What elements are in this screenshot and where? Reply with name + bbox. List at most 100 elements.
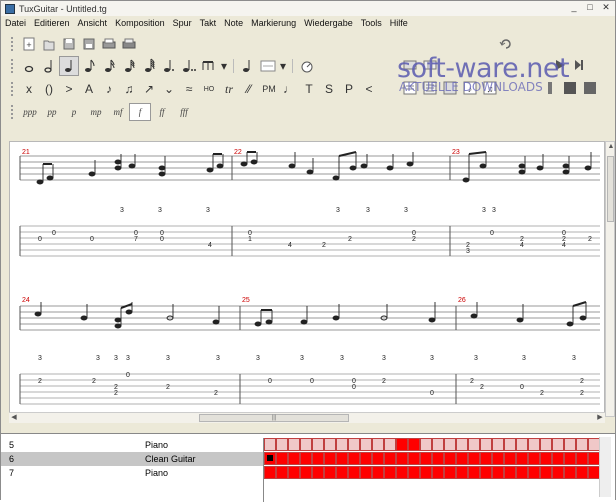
measure-cell[interactable] xyxy=(468,452,480,465)
measure-cell[interactable] xyxy=(492,438,504,451)
score-editor[interactable]: 21 22 23 3 3 3 3 3 3 3 3 0 0 0 0 7 0 0 4… xyxy=(9,141,605,417)
measure-cell[interactable] xyxy=(420,438,432,451)
toolbar-grip[interactable] xyxy=(11,59,14,73)
new-file-icon[interactable]: + xyxy=(19,34,39,54)
menu-takt[interactable]: Takt xyxy=(200,18,217,28)
measure-cell[interactable] xyxy=(360,452,372,465)
open-file-icon[interactable] xyxy=(39,34,59,54)
measure-cell[interactable] xyxy=(324,452,336,465)
toolbar-grip[interactable] xyxy=(11,105,14,119)
measure-cell[interactable] xyxy=(516,452,528,465)
measure-cell[interactable] xyxy=(384,466,396,479)
track-scrollbar[interactable] xyxy=(599,437,611,497)
eighth-note-icon[interactable] xyxy=(79,56,99,76)
measure-cell[interactable] xyxy=(300,466,312,479)
measure-cell[interactable] xyxy=(360,438,372,451)
scroll-up-arrow-icon[interactable]: ▲ xyxy=(606,142,616,152)
measure-cell[interactable] xyxy=(264,438,276,451)
track-row[interactable]: 5 Piano xyxy=(1,438,263,452)
measure-cell[interactable] xyxy=(576,466,588,479)
hammer-on-icon[interactable]: HO xyxy=(199,79,219,99)
tie-icon[interactable] xyxy=(238,56,258,76)
slapping-icon[interactable]: S xyxy=(319,79,339,99)
measure-cell[interactable] xyxy=(444,438,456,451)
note-view-icon[interactable]: ♪ xyxy=(461,78,479,98)
scroll-left-arrow-icon[interactable]: ◀ xyxy=(9,413,19,423)
measure-cell[interactable] xyxy=(348,466,360,479)
dynamic-mf-button[interactable]: mf xyxy=(107,107,129,117)
measure-cell[interactable] xyxy=(336,466,348,479)
harmonic-icon[interactable]: ♫ xyxy=(119,79,139,99)
measure-cell[interactable] xyxy=(480,452,492,465)
measure-cell[interactable] xyxy=(288,466,300,479)
sixteenth-note-icon[interactable] xyxy=(99,56,119,76)
menu-hilfe[interactable]: Hilfe xyxy=(390,18,408,28)
menu-tools[interactable]: Tools xyxy=(361,18,382,28)
measure-cell[interactable] xyxy=(564,452,576,465)
measure-cell[interactable] xyxy=(420,466,432,479)
dynamic-mp-button[interactable]: mp xyxy=(85,107,107,117)
measure-cell[interactable] xyxy=(432,438,444,451)
menu-note[interactable]: Note xyxy=(224,18,243,28)
measure-cell[interactable] xyxy=(336,438,348,451)
bend-icon[interactable]: ↗ xyxy=(139,79,159,99)
measure-cell[interactable] xyxy=(336,452,348,465)
ghost-note-icon[interactable]: () xyxy=(39,79,59,99)
measure-cell[interactable] xyxy=(492,452,504,465)
track-row[interactable]: 7 Piano xyxy=(1,466,263,480)
measure-cell[interactable] xyxy=(384,452,396,465)
settings-icon[interactable] xyxy=(561,78,579,98)
measure-cell[interactable] xyxy=(288,438,300,451)
measure-cell[interactable] xyxy=(288,452,300,465)
menu-markierung[interactable]: Markierung xyxy=(251,18,296,28)
print-icon[interactable] xyxy=(99,34,119,54)
scroll-thumb[interactable]: ||| xyxy=(199,414,349,422)
thirty-second-note-icon[interactable] xyxy=(119,56,139,76)
measure-cell[interactable] xyxy=(456,438,468,451)
menu-spur[interactable]: Spur xyxy=(173,18,192,28)
grace-note-icon[interactable]: ♪ xyxy=(99,79,119,99)
measure-cell[interactable] xyxy=(408,452,420,465)
menu-editieren[interactable]: Editieren xyxy=(34,18,70,28)
close-button[interactable]: ✕ xyxy=(599,2,613,14)
measure-cell[interactable] xyxy=(372,438,384,451)
maximize-button[interactable]: □ xyxy=(583,2,597,14)
metronome-icon[interactable] xyxy=(297,56,317,76)
tremolo-bar-icon[interactable]: ⌄ xyxy=(159,79,179,99)
measure-cell[interactable] xyxy=(528,466,540,479)
compact-view-icon[interactable] xyxy=(441,78,459,98)
measure-cell[interactable] xyxy=(408,466,420,479)
dynamic-pp-button[interactable]: pp xyxy=(41,107,63,117)
vibrato-icon[interactable]: ≈ xyxy=(179,79,199,99)
dynamic-fff-button[interactable]: fff xyxy=(173,107,195,117)
quarter-note-icon[interactable] xyxy=(59,56,79,76)
measure-cell[interactable] xyxy=(540,438,552,451)
measure-cell[interactable] xyxy=(456,466,468,479)
tuplet-dropdown-icon[interactable]: ▾ xyxy=(219,56,229,76)
dynamic-p-button[interactable]: p xyxy=(63,107,85,117)
minimize-button[interactable]: _ xyxy=(567,2,581,14)
save-icon[interactable] xyxy=(59,34,79,54)
measure-cell[interactable] xyxy=(276,466,288,479)
measure-grid[interactable] xyxy=(263,438,605,502)
tremolo-picking-icon[interactable]: ⁄⁄ xyxy=(239,79,259,99)
dynamic-ff-button[interactable]: ff xyxy=(151,107,173,117)
score-vertical-scrollbar[interactable]: ▲ xyxy=(605,141,615,417)
measure-cell[interactable] xyxy=(564,438,576,451)
measure-cell[interactable] xyxy=(396,466,408,479)
measure-cell[interactable] xyxy=(564,466,576,479)
measure-cell[interactable] xyxy=(480,438,492,451)
measure-cell[interactable] xyxy=(312,466,324,479)
save-as-icon[interactable] xyxy=(79,34,99,54)
measure-cell[interactable] xyxy=(264,466,276,479)
measure-cell[interactable] xyxy=(396,452,408,465)
measure-cell[interactable] xyxy=(552,452,564,465)
menu-wiedergabe[interactable]: Wiedergabe xyxy=(304,18,353,28)
measure-cell[interactable] xyxy=(324,438,336,451)
measure-cell[interactable] xyxy=(300,438,312,451)
measure-cell[interactable] xyxy=(348,438,360,451)
measure-cell[interactable] xyxy=(540,452,552,465)
measure-cell[interactable] xyxy=(312,452,324,465)
mixer-icon[interactable] xyxy=(541,78,559,98)
measure-cell[interactable] xyxy=(432,452,444,465)
